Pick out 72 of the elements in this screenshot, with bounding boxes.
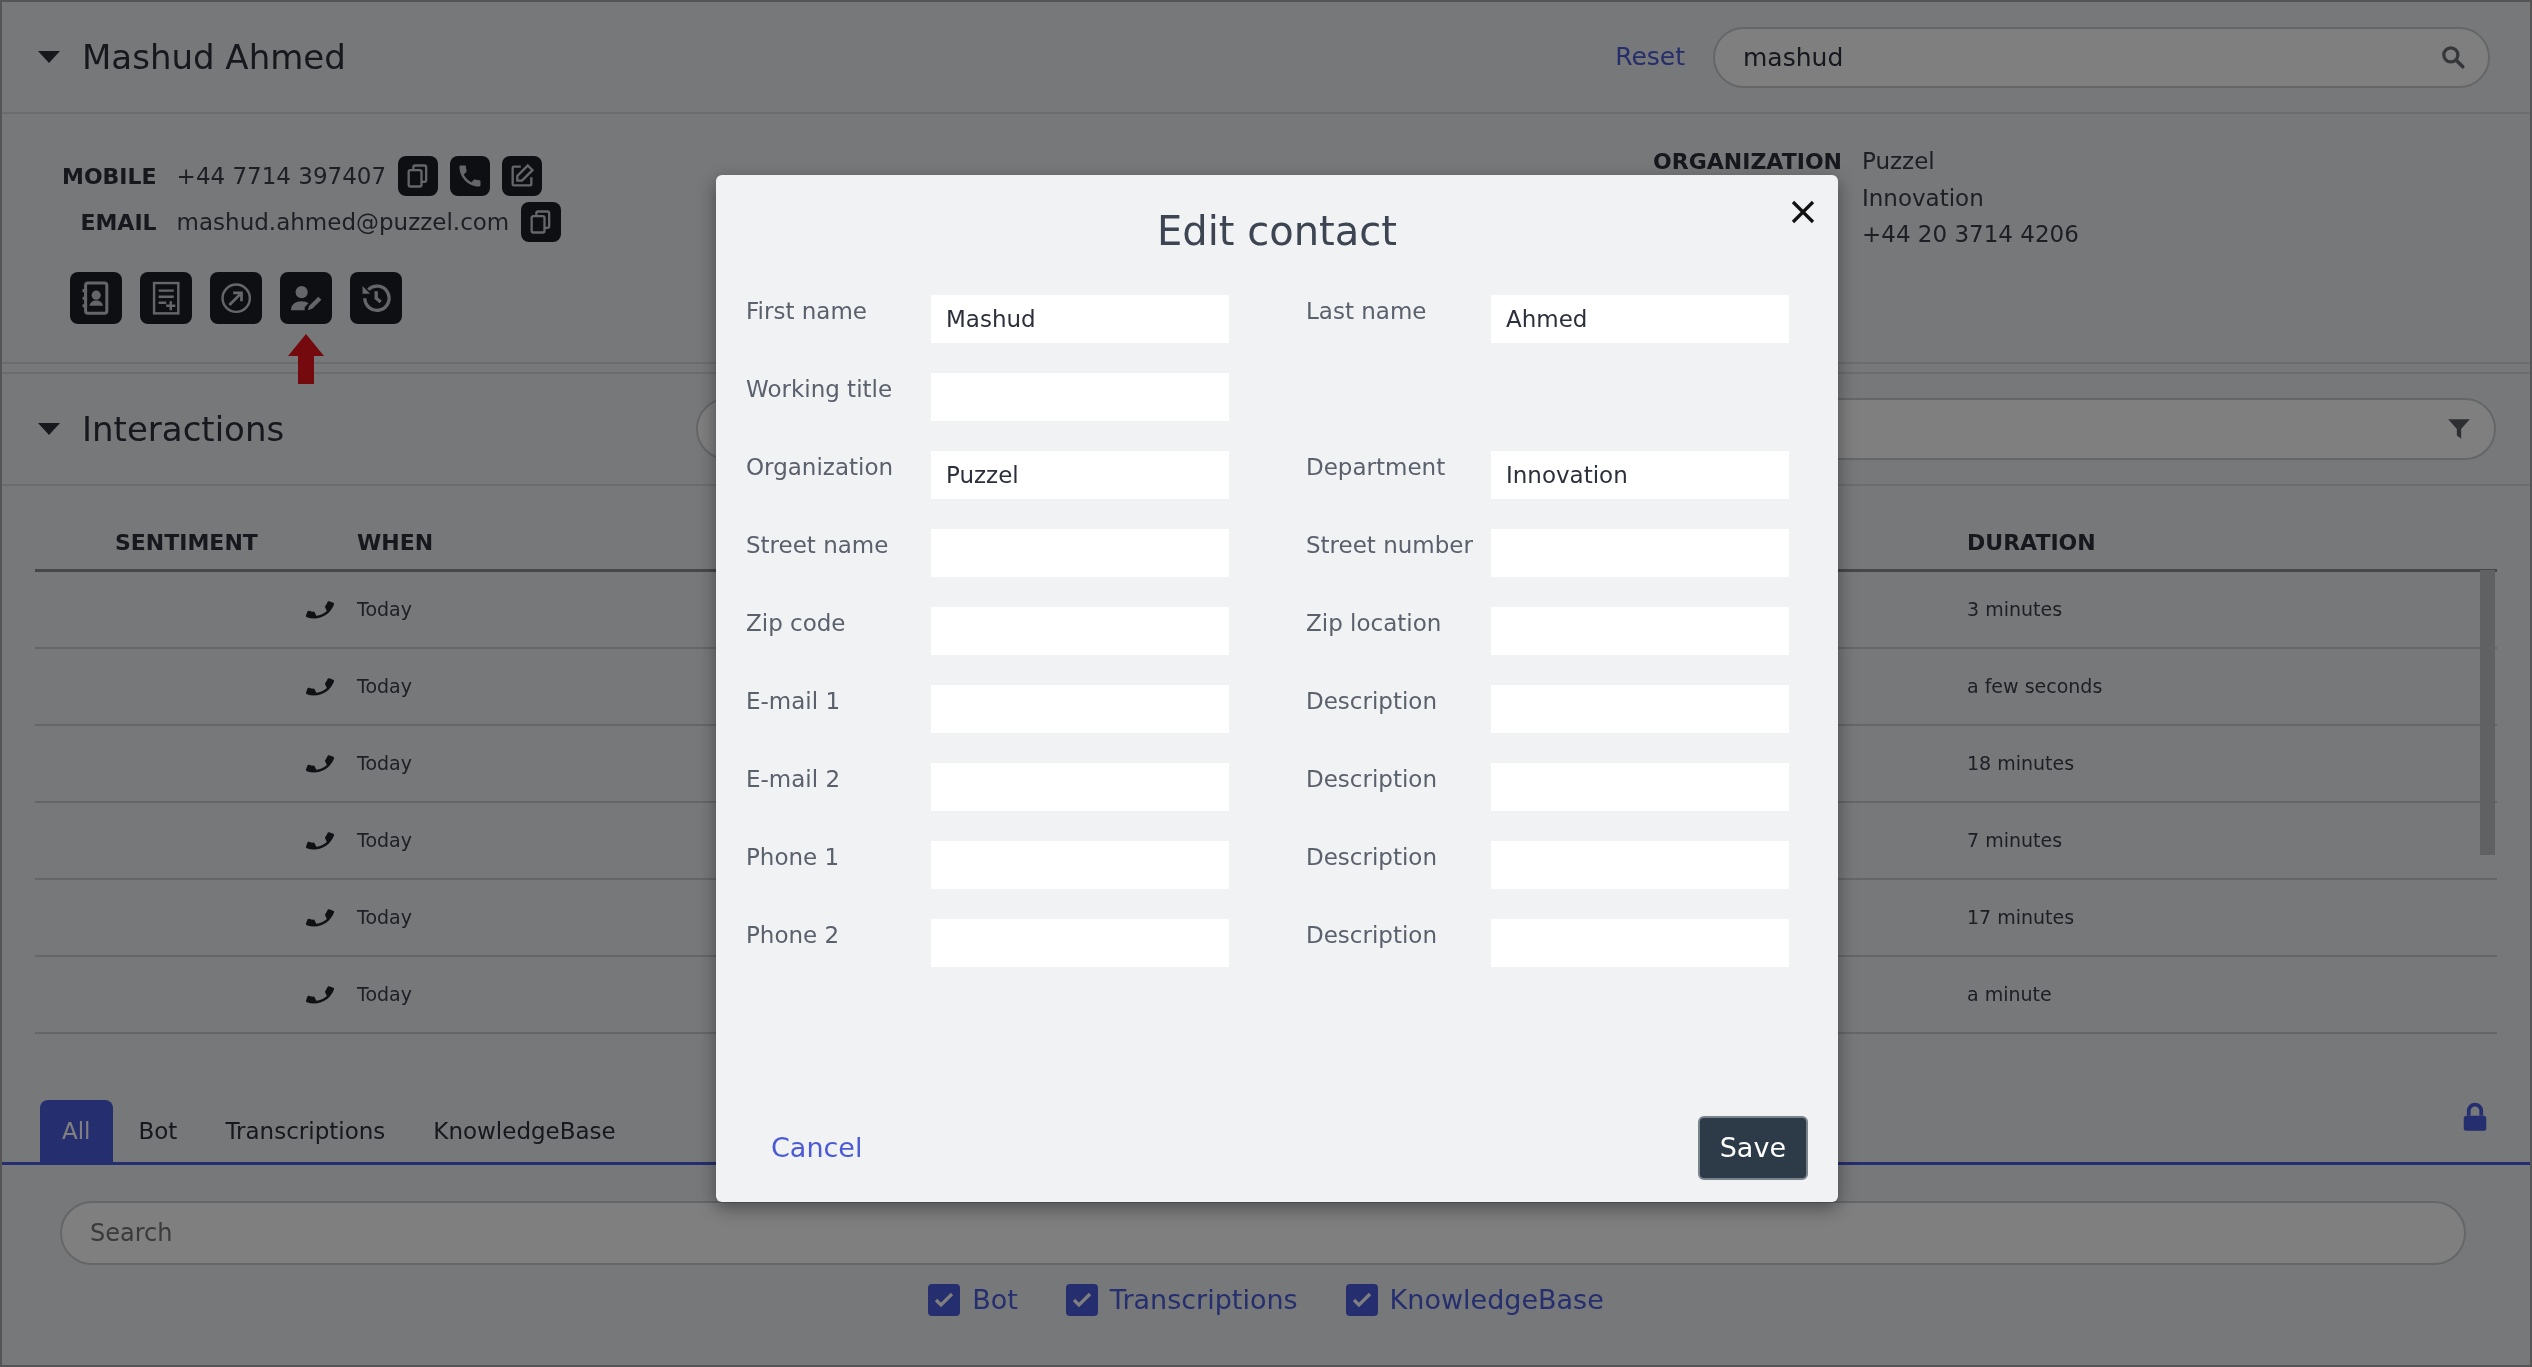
filter-checkbox[interactable]: Transcriptions	[1059, 1279, 1304, 1322]
field-label: Phone 1	[746, 843, 840, 872]
field-label: Description	[1306, 921, 1437, 950]
field-label: Last name	[1306, 297, 1427, 326]
field-label: MOBILE	[62, 162, 157, 191]
table-cell-text: 18 minutes	[1967, 751, 2075, 777]
field-label: First name	[746, 297, 867, 326]
edit-button[interactable]	[502, 156, 543, 196]
caret-icon[interactable]	[38, 50, 60, 64]
tab[interactable]: KnowledgeBase	[411, 1099, 638, 1162]
field-label: ORGANIZATION	[1652, 147, 1842, 176]
table-cell-text: Today	[357, 982, 412, 1008]
copy-button[interactable]	[398, 156, 439, 196]
column-header: DURATION	[1967, 529, 2096, 557]
filter-checkbox[interactable]: Bot	[922, 1279, 1024, 1322]
table-cell-text: a few seconds	[1967, 674, 2103, 700]
table-cell-text: 3 minutes	[1967, 597, 2063, 623]
field-label: Description	[1306, 687, 1437, 716]
search-field[interactable]: Search	[60, 1201, 2466, 1265]
field-label: Description	[1306, 843, 1437, 872]
field-label: Zip location	[1306, 609, 1442, 638]
table-cell-text: Today	[357, 674, 412, 700]
column-header: SENTIMENT	[115, 529, 258, 557]
field-label: Working title	[746, 375, 893, 404]
table-cell-text: Today	[357, 597, 412, 623]
table-cell-text: a minute	[1967, 982, 2052, 1008]
field-label: Department	[1306, 453, 1446, 482]
section-title: Interactions	[82, 407, 285, 451]
address-book-button[interactable]	[70, 272, 122, 324]
field-value: Innovation	[1862, 183, 1985, 213]
phone-button[interactable]	[450, 156, 491, 196]
document-plus-button[interactable]	[140, 272, 192, 324]
table-cell-text: 7 minutes	[1967, 828, 2063, 854]
copy-button[interactable]	[521, 202, 562, 242]
table-cell-text: Today	[357, 751, 412, 777]
tab[interactable]: Bot	[116, 1099, 200, 1162]
column-header: WHEN	[357, 529, 434, 557]
input-field[interactable]: Innovation	[1491, 451, 1789, 499]
search-field[interactable]: mashud	[1713, 26, 2490, 88]
dialog-title: Edit contact	[1157, 207, 1397, 256]
field-label: Street name	[746, 531, 889, 560]
field-label: Zip code	[746, 609, 846, 638]
search-icon	[2440, 44, 2466, 70]
table-cell-text: Today	[357, 905, 412, 931]
field-value: +44 20 3714 4206	[1862, 220, 2080, 249]
cancel-link[interactable]: Cancel	[771, 1127, 863, 1168]
table-cell-text: 17 minutes	[1967, 905, 2075, 931]
table-cell-text: Today	[357, 828, 412, 854]
field-label: Description	[1306, 765, 1437, 794]
field-value: mashud.ahmed@puzzel.com	[176, 207, 510, 237]
field-value: Puzzel	[1862, 147, 1936, 176]
contact-name: Mashud Ahmed	[82, 35, 346, 79]
history-button[interactable]	[350, 272, 402, 324]
reset-link[interactable]: Reset	[1615, 38, 1685, 76]
save-button[interactable]: Save	[1697, 1115, 1808, 1180]
circle-arrow-button[interactable]	[210, 272, 262, 324]
caret-icon[interactable]	[38, 422, 60, 436]
tab[interactable]: Transcriptions	[203, 1099, 408, 1162]
user-pencil-button[interactable]	[280, 272, 332, 324]
field-label: Street number	[1306, 531, 1473, 560]
field-label: E-mail 1	[746, 687, 841, 716]
input-field[interactable]: Puzzel	[931, 451, 1229, 499]
scrollbar-thumb[interactable]	[2480, 570, 2495, 855]
input-field[interactable]: Ahmed	[1491, 295, 1789, 343]
field-label: EMAIL	[79, 208, 157, 237]
input-field[interactable]: Mashud	[931, 295, 1229, 343]
field-value: +44 7714 397407	[176, 161, 387, 191]
field-label: Organization	[746, 453, 894, 482]
filter-checkbox[interactable]: KnowledgeBase	[1339, 1279, 1610, 1322]
field-label: E-mail 2	[746, 765, 841, 794]
field-label: Phone 2	[746, 921, 840, 950]
tab[interactable]: All	[40, 1099, 113, 1162]
